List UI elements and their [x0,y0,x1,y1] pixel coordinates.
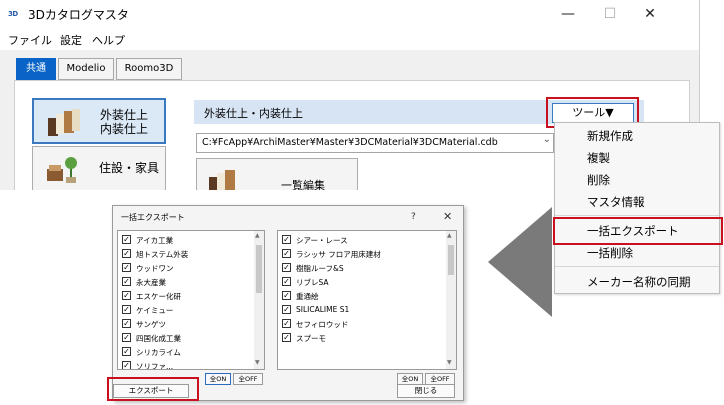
checkbox[interactable]: ✓ [122,291,131,300]
scroll-thumb[interactable] [256,245,262,293]
checkbox[interactable]: ✓ [122,319,131,328]
checkbox[interactable]: ✓ [122,263,131,272]
menu-item-duplicate[interactable]: 複製 [555,147,719,169]
tab-modelio[interactable]: Modelio [58,58,114,80]
checkbox[interactable]: ✓ [122,235,131,244]
help-button[interactable]: ? [411,212,416,222]
title-bar: 3D 3Dカタログマスタ — ☐ ✕ [0,0,699,28]
left-all-off-button[interactable]: 全OFF [233,373,263,385]
scroll-up-icon[interactable]: ▲ [255,232,260,239]
export-button-highlight [107,377,199,401]
checkbox[interactable]: ✓ [282,319,291,328]
category-label-line2: 内装仕上 [100,122,149,136]
bulk-edit-button[interactable]: 一覧編集 [196,158,358,190]
app-icon: 3D [8,10,18,18]
dialog-close-button[interactable]: 閉じる [397,384,455,398]
maker-list-left: ✓ アイカ工業 ✓ 旭トステム外装 ✓ ウッドワン ✓ 永大産業 ✓ エスケー化研 ✓ ケイ… [117,230,265,370]
chevron-down-icon: ⌄ [542,134,551,145]
menu-file[interactable]: ファイル [8,32,52,48]
vertical-scrollbar[interactable]: ▲ ▼ [446,231,456,369]
checkbox[interactable]: ✓ [282,305,291,314]
dialog-close-icon[interactable]: ✕ [443,210,452,223]
checkbox[interactable]: ✓ [122,277,131,286]
menu-item-master-info[interactable]: マスタ情報 [555,191,719,213]
bulk-export-highlight [553,217,723,245]
tool-dropdown-menu: 新規作成 複製 削除 マスタ情報 一括エクスポート 一括削除 メーカー名称の同期 [554,122,720,294]
category-equipment-furniture[interactable]: 住設・家具 [32,146,166,190]
database-path-select[interactable]: C:¥FcApp¥ArchiMaster¥Master¥3DCMaterial¥… [196,133,554,153]
checkbox[interactable]: ✓ [282,277,291,286]
menu-bar: ファイル 設定 ヘルプ [0,28,699,50]
material-samples-icon [209,170,235,190]
category-exterior-interior[interactable]: 外装仕上 内装仕上 [32,98,166,144]
menu-item-bulk-delete[interactable]: 一括削除 [555,242,719,264]
scroll-down-icon[interactable]: ▼ [447,359,452,366]
checkbox[interactable]: ✓ [122,305,131,314]
window-title: 3Dカタログマスタ [28,8,129,22]
checkbox[interactable]: ✓ [282,249,291,258]
checkbox[interactable]: ✓ [282,235,291,244]
vertical-scrollbar[interactable]: ▲ ▼ [254,231,264,369]
bulk-export-dialog: 一括エクスポート ? ✕ ✓ アイカ工業 ✓ 旭トステム外装 ✓ ウッドワン ✓ 永大産… [112,205,464,401]
bulk-edit-label: 一覧編集 [281,179,325,190]
menu-item-new[interactable]: 新規作成 [555,125,719,147]
menu-separator [555,266,719,267]
maximize-button[interactable]: ☐ [590,2,630,26]
checkbox[interactable]: ✓ [122,333,131,342]
tab-common[interactable]: 共通 [16,58,56,80]
dialog-title: 一括エクスポート [121,213,185,222]
section-title: 外装仕上・内装仕上 [204,107,303,120]
minimize-button[interactable]: — [548,2,588,26]
checkbox[interactable]: ✓ [122,361,131,369]
category-label-line1: 外装仕上 [100,108,149,122]
checkbox[interactable]: ✓ [282,291,291,300]
checkbox[interactable]: ✓ [122,347,131,356]
scroll-down-icon[interactable]: ▼ [255,359,260,366]
close-button[interactable]: ✕ [630,2,670,26]
left-arrow-indicator [488,207,552,317]
database-path-value: C:¥FcApp¥ArchiMaster¥Master¥3DCMaterial¥… [202,137,498,148]
tab-roomo3d[interactable]: Roomo3D [116,58,182,80]
checkbox[interactable]: ✓ [282,333,291,342]
screenshot-composite: 3D 3Dカタログマスタ — ☐ ✕ ファイル 設定 ヘルプ 共通 Modeli… [0,0,724,405]
material-samples-icon [48,109,80,136]
checkbox[interactable]: ✓ [122,249,131,258]
product-list-right: ✓ シアー・レース ✓ ラシッサ フロア用床建材 ✓ 樹脂ルーフ&S ✓ リブレSA ✓… [277,230,457,370]
menu-item-delete[interactable]: 削除 [555,169,719,191]
scroll-thumb[interactable] [448,245,454,275]
menu-item-sync-maker-names[interactable]: メーカー名称の同期 [555,271,719,293]
category-label: 住設・家具 [99,161,160,175]
menu-help[interactable]: ヘルプ [92,32,125,48]
left-all-on-button[interactable]: 全ON [205,373,231,385]
furniture-plant-icon [47,157,77,183]
scroll-up-icon[interactable]: ▲ [447,232,452,239]
menu-settings[interactable]: 設定 [60,32,82,48]
menu-separator [555,215,719,216]
checkbox[interactable]: ✓ [282,263,291,272]
